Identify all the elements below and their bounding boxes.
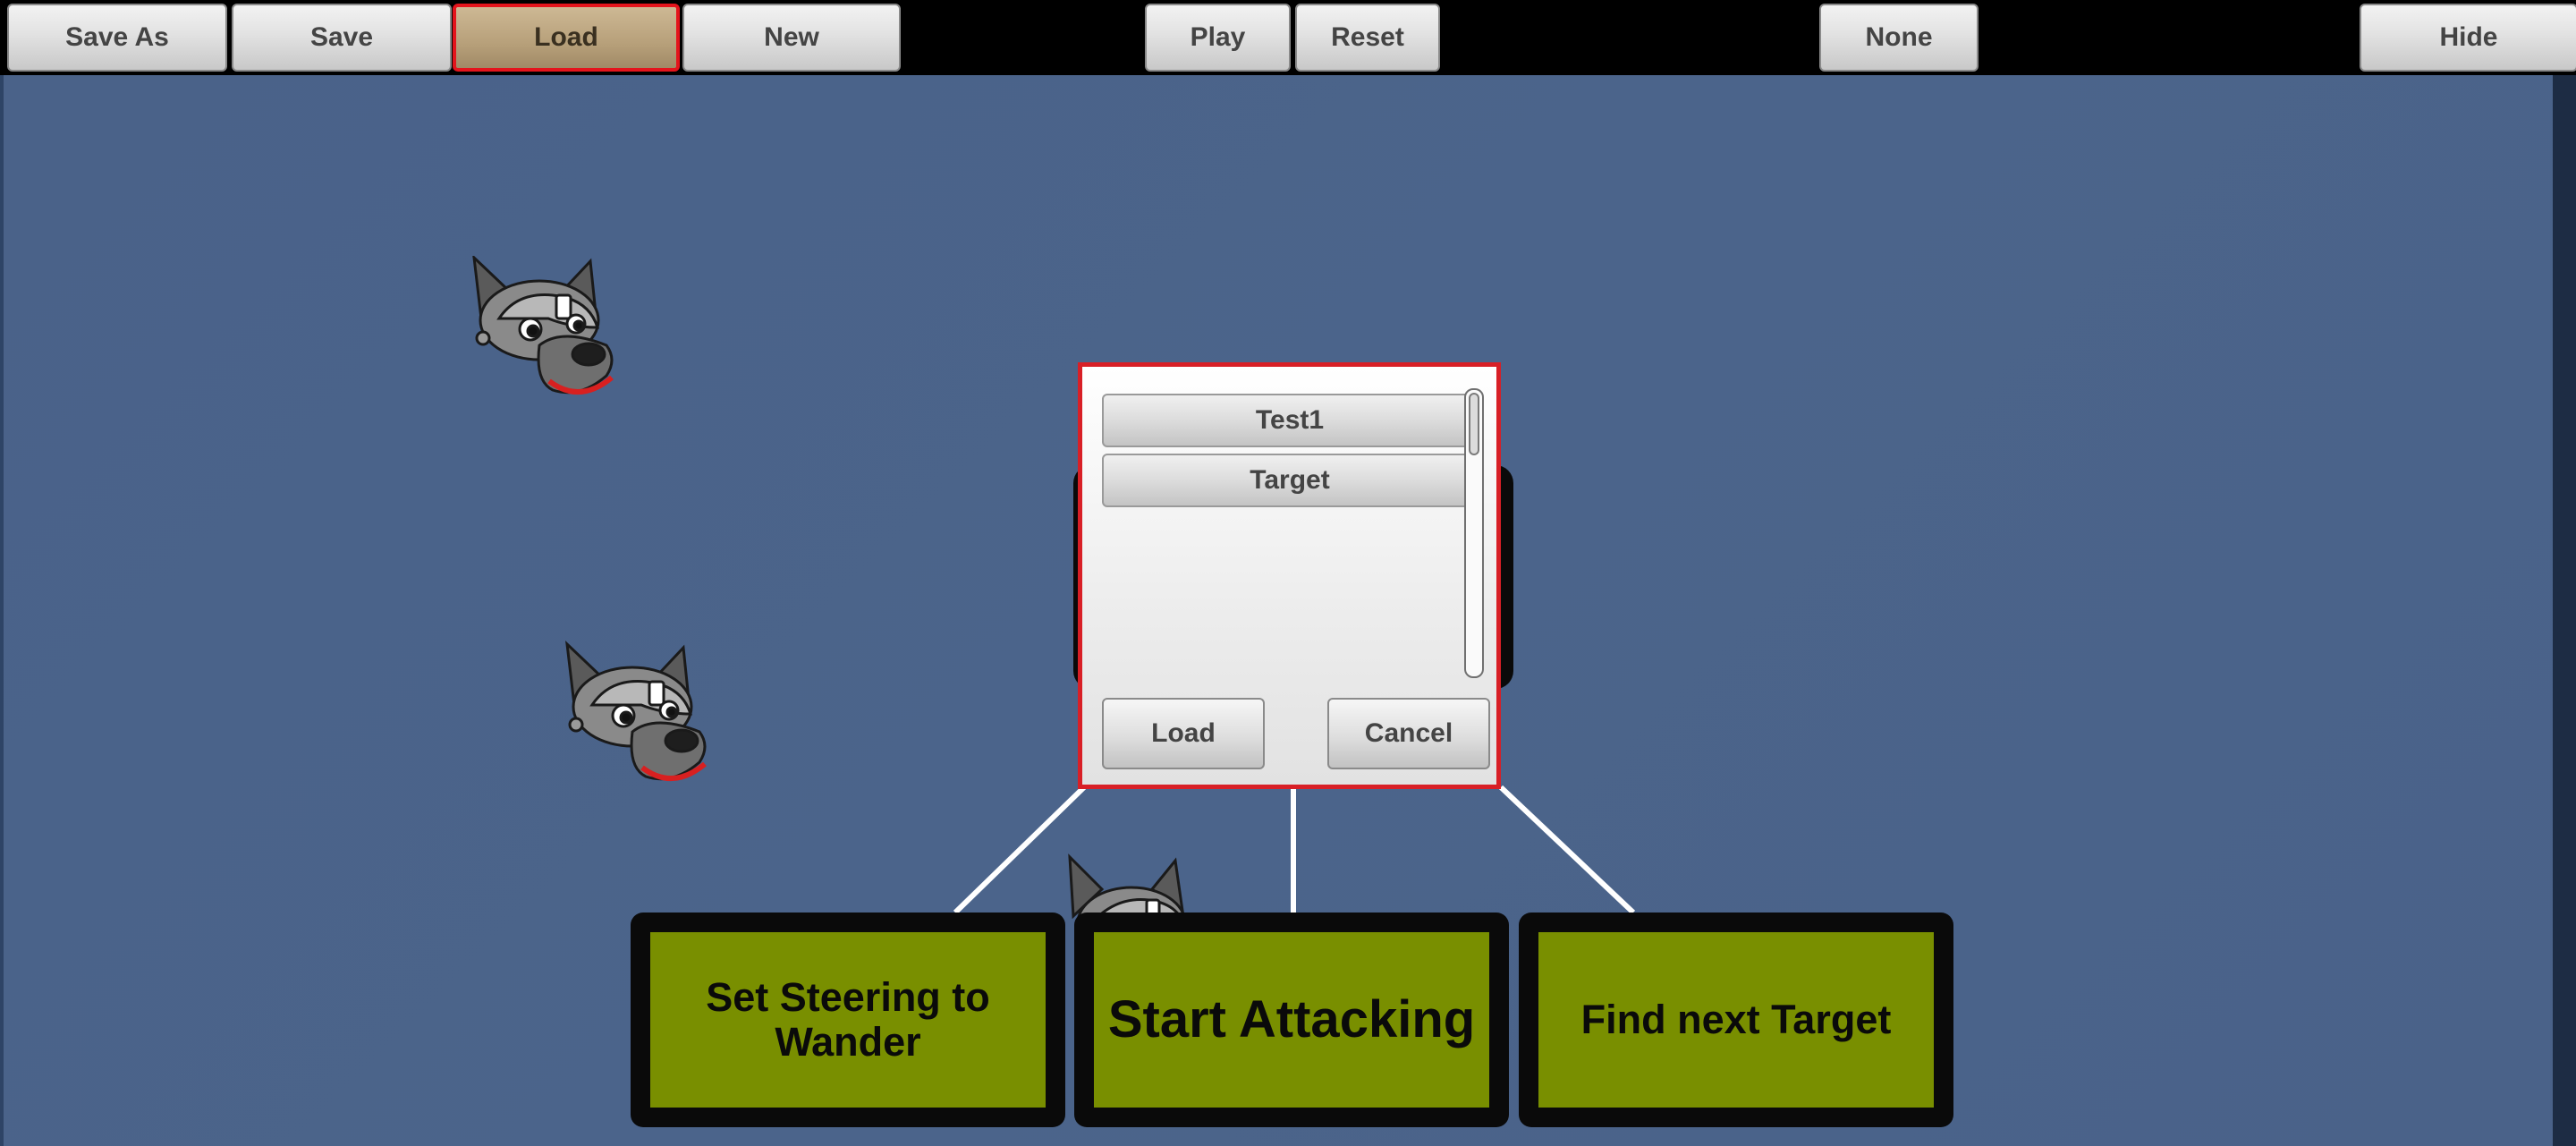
file-list-item[interactable]: Target [1102, 454, 1478, 507]
file-list-item[interactable]: Test1 [1102, 394, 1478, 447]
connection-line [1498, 785, 1636, 915]
node-label: Set Steering to Wander [650, 932, 1046, 1108]
node-find-next-target[interactable]: Find next Target [1519, 913, 1953, 1127]
load-dialog: Test1 Target Load Cancel [1078, 362, 1501, 789]
node-set-steering-wander[interactable]: Set Steering to Wander [631, 913, 1065, 1127]
node-start-attacking[interactable]: Start Attacking [1074, 913, 1509, 1127]
node-label: Start Attacking [1094, 932, 1489, 1108]
dialog-cancel-button[interactable]: Cancel [1327, 698, 1490, 769]
connection-line [953, 785, 1087, 915]
file-list-scrollbar[interactable] [1464, 388, 1484, 678]
node-label: Find next Target [1538, 932, 1934, 1108]
scrollbar-thumb[interactable] [1469, 393, 1479, 455]
dialog-load-button[interactable]: Load [1102, 698, 1265, 769]
